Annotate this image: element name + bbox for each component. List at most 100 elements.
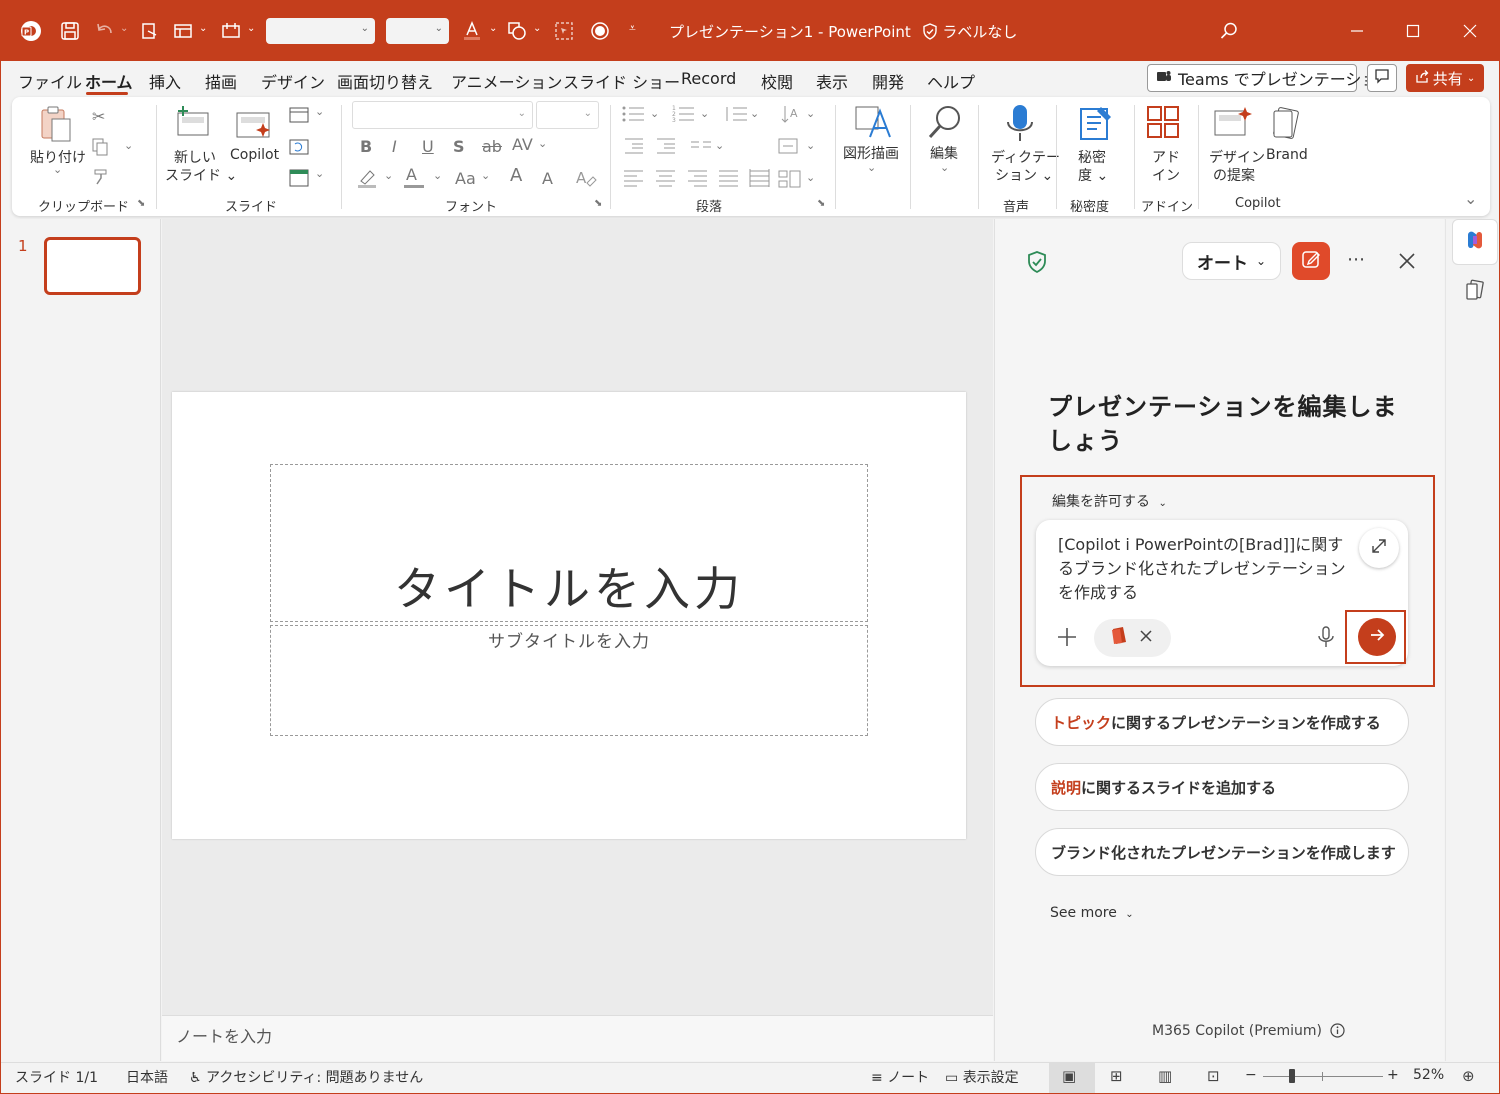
cut-icon[interactable]: ✂ (92, 107, 105, 126)
tab-slideshow[interactable]: スライド ショー (563, 69, 680, 93)
font-color-button[interactable]: A (406, 165, 417, 184)
decrease-indent-icon[interactable] (623, 137, 645, 159)
text-direction-dropdown-icon[interactable]: ⌄ (806, 107, 815, 120)
align-center-icon[interactable] (655, 169, 677, 191)
character-spacing-button[interactable]: AV (512, 135, 533, 154)
brand-icon[interactable] (1270, 105, 1304, 145)
columns-icon[interactable] (690, 139, 712, 157)
display-settings[interactable]: ▭ 表示設定 (945, 1067, 1019, 1087)
copilot-slide-icon[interactable] (235, 109, 273, 145)
edit-permission-selector[interactable]: 編集を許可する ⌄ (1052, 491, 1167, 511)
line-spacing-dropdown-icon[interactable]: ⌄ (750, 107, 759, 120)
distributed-icon[interactable] (749, 169, 771, 191)
columns-dropdown-icon[interactable]: ⌄ (715, 139, 724, 152)
copilot-ribbon-label[interactable]: Copilot (230, 147, 279, 163)
reset-slide-icon[interactable] (289, 137, 309, 159)
addins-label-2[interactable]: イン (1152, 165, 1180, 185)
increase-indent-icon[interactable] (655, 137, 677, 159)
language[interactable]: 日本語 (126, 1067, 168, 1087)
zoom-slider-track[interactable] (1263, 1076, 1383, 1077)
slide-sorter-icon[interactable]: ⊞ (1110, 1067, 1123, 1085)
justify-icon[interactable] (718, 169, 740, 191)
highlighter-dropdown-icon[interactable]: ⌄ (384, 169, 393, 182)
bullets-icon[interactable] (622, 105, 646, 127)
draw-shapes-label[interactable]: 図形描画 (843, 143, 899, 163)
draw-shapes-icon[interactable] (852, 103, 892, 147)
designer-label[interactable]: デザイン (1209, 147, 1265, 167)
shapes-dropdown-icon[interactable]: ⌄ (533, 23, 541, 34)
shadow-button[interactable]: S (453, 137, 465, 156)
align-left-icon[interactable] (623, 169, 645, 191)
comments-button[interactable] (1367, 64, 1397, 92)
designer-label-2[interactable]: の提案 (1213, 165, 1255, 185)
tab-file[interactable]: ファイル (18, 69, 82, 93)
prompt-input[interactable]: [Copilot i PowerPointの[Brad]]に関するブランド化され… (1058, 533, 1348, 605)
add-attachment-icon[interactable] (1057, 627, 1077, 651)
sensitivity-label-2[interactable]: 度 ⌄ (1078, 165, 1108, 185)
underline-button[interactable]: U (422, 137, 434, 156)
font-color-dropdown-icon[interactable]: ⌄ (433, 169, 442, 182)
sensitivity-label[interactable]: ラベルなし (942, 23, 1017, 41)
close-icon[interactable] (1450, 15, 1490, 47)
info-icon[interactable] (1330, 1023, 1346, 1042)
layout-icon[interactable] (169, 17, 197, 45)
highlighter-icon[interactable] (356, 167, 378, 193)
close-pane-icon[interactable] (1398, 252, 1416, 274)
spacing-dropdown-icon[interactable]: ⌄ (538, 137, 547, 150)
font-dialog-launcher-icon[interactable]: ⬊ (594, 198, 602, 209)
record-icon[interactable] (586, 17, 614, 45)
italic-button[interactable]: I (392, 137, 397, 156)
edit-dropdown-icon[interactable]: ⌄ (940, 161, 949, 174)
notes-pane[interactable] (162, 1015, 993, 1061)
customize-icon[interactable]: ⩡ (629, 21, 636, 36)
shrink-font-button[interactable]: A (542, 169, 553, 188)
dictate-label[interactable]: ディクテー (991, 147, 1060, 167)
undo-dropdown-icon[interactable]: ⌄ (120, 23, 128, 34)
smartart-icon[interactable] (778, 169, 802, 193)
new-slide-label[interactable]: 新しい (174, 147, 216, 167)
font-size-combo[interactable]: ⌄ (386, 18, 449, 44)
numbering-icon[interactable]: 123 (672, 105, 696, 127)
change-case-button[interactable]: Aa (455, 169, 476, 188)
maximize-icon[interactable] (1393, 15, 1433, 47)
reading-view-icon[interactable]: ▥ (1158, 1067, 1172, 1085)
microphone-icon[interactable] (1005, 103, 1035, 149)
slideshow-view-icon[interactable]: ⊡ (1207, 1067, 1220, 1085)
clear-formatting-icon[interactable]: A (575, 167, 597, 193)
zoom-out-button[interactable]: − (1245, 1067, 1257, 1083)
format-painter-icon[interactable] (91, 167, 111, 191)
dictate-label-2[interactable]: ション ⌄ (995, 165, 1053, 185)
arrange-icon[interactable] (217, 17, 245, 45)
suggestion-button[interactable]: ブランド化されたプレゼンテーションを作成します (1035, 828, 1409, 876)
shapes-icon[interactable] (503, 17, 531, 45)
suggestion-button[interactable]: トピック に関するプレゼンテーションを作成する (1035, 698, 1409, 746)
collapse-ribbon-icon[interactable]: ⌄ (1464, 189, 1477, 208)
align-text-dropdown-icon[interactable]: ⌄ (806, 139, 815, 152)
bullets-dropdown-icon[interactable]: ⌄ (650, 107, 659, 120)
tab-developer[interactable]: 開発 (872, 69, 904, 93)
present-in-teams-button[interactable]: Teams でプレゼンテーション (1147, 64, 1393, 92)
tab-draw[interactable]: 描画 (205, 69, 237, 93)
edit-label[interactable]: 編集 (930, 143, 958, 163)
change-case-dropdown-icon[interactable]: ⌄ (481, 169, 490, 182)
slide-thumbnail[interactable] (44, 237, 141, 295)
expand-button[interactable] (1359, 528, 1399, 568)
new-slide-label-2[interactable]: スライド ⌄ (165, 165, 237, 185)
sensitivity-icon[interactable] (1077, 103, 1115, 147)
section-icon[interactable] (289, 169, 309, 191)
smartart-dropdown-icon[interactable]: ⌄ (806, 171, 815, 184)
font-color-dropdown-icon[interactable]: ⌄ (489, 23, 497, 34)
zoom-slider-thumb[interactable] (1289, 1069, 1295, 1083)
select-icon[interactable] (550, 17, 578, 45)
tab-design[interactable]: デザイン (261, 69, 325, 93)
zoom-level[interactable]: 52% (1413, 1067, 1444, 1083)
paste-dropdown-icon[interactable]: ⌄ (53, 163, 62, 176)
ribbon-font-size-combo[interactable]: ⌄ (536, 101, 599, 129)
align-text-icon[interactable] (777, 135, 801, 161)
layout-dropdown-icon[interactable]: ⌄ (199, 23, 207, 34)
fit-to-window-icon[interactable]: ⊕ (1462, 1067, 1475, 1085)
tab-home[interactable]: ホーム (85, 69, 133, 93)
touch-mode-icon[interactable] (136, 17, 164, 45)
sensitivity-label[interactable]: 秘密 (1078, 147, 1106, 167)
undo-icon[interactable] (91, 17, 119, 45)
